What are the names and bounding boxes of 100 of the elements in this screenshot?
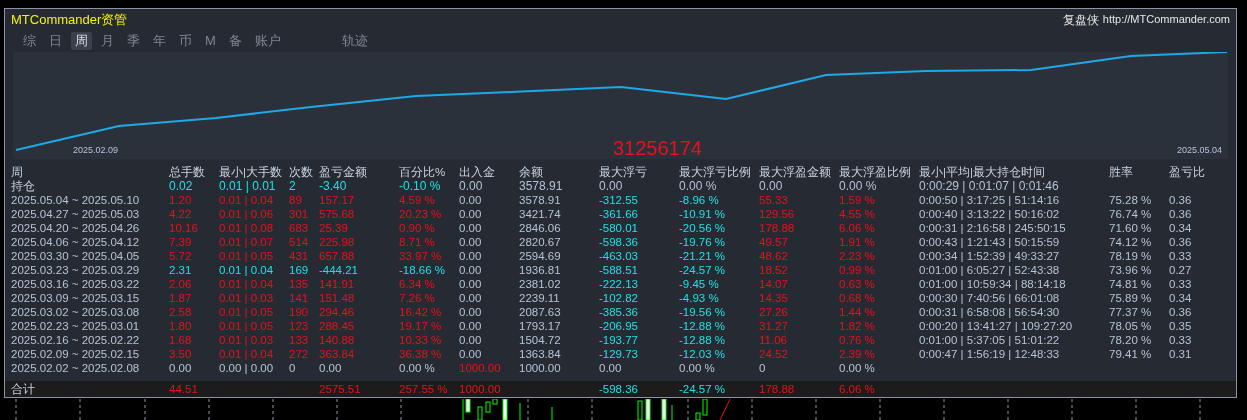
table-cell: -21.21 % xyxy=(679,250,726,262)
brand-label: 复盘侠 xyxy=(1062,11,1099,29)
table-cell: 0.00 xyxy=(459,264,482,276)
table-cell: 301 xyxy=(289,208,309,220)
table-cell: 2025.03.09 ~ 2025.03.15 xyxy=(11,292,140,304)
table-cell: 75.28 % xyxy=(1109,194,1152,206)
table-cell: 2087.63 xyxy=(519,306,561,318)
table-cell: 0.76 % xyxy=(839,334,875,346)
table-cell: 2025.02.02 ~ 2025.02.08 xyxy=(11,362,140,374)
table-cell: 7.26 % xyxy=(399,292,435,304)
table-cell: 0:00:30 | 7:40:56 | 66:01:08 xyxy=(919,292,1060,304)
table-cell: 2025.03.16 ~ 2025.03.22 xyxy=(11,278,140,290)
table-cell: 2.06 xyxy=(169,278,192,290)
table-cell: 0:00:31 | 2:16:58 | 245:50:15 xyxy=(919,222,1066,234)
table-cell: 36.38 % xyxy=(399,348,442,360)
tab[interactable]: 币 xyxy=(175,31,196,50)
table-cell: 19.17 % xyxy=(399,320,442,332)
table-cell: 190 xyxy=(289,306,309,318)
table-cell: 0.99 % xyxy=(839,264,875,276)
column-header: 胜率 xyxy=(1109,166,1133,178)
table-cell: 225.98 xyxy=(319,236,355,248)
tab[interactable]: 账户 xyxy=(250,31,285,50)
table-cell: 1.68 xyxy=(169,334,192,346)
tab[interactable]: 季 xyxy=(123,31,144,50)
tab[interactable]: 备 xyxy=(224,31,246,50)
table-cell: 76.74 % xyxy=(1109,208,1152,220)
table-cell: 0.00 xyxy=(459,208,482,220)
table-cell: 2820.67 xyxy=(519,236,561,248)
total-label: 合计 xyxy=(11,383,35,395)
table-cell: 0:00:50 | 3:17:25 | 51:14:16 xyxy=(919,194,1060,206)
website-link[interactable]: http://MTCommander.com xyxy=(1102,11,1230,28)
table-cell: 1000.00 xyxy=(459,362,501,374)
table-cell: 4.59 % xyxy=(399,194,435,206)
column-header: 盈亏金额 xyxy=(319,166,367,178)
table-cell: 1363.84 xyxy=(519,348,561,360)
table-cell: 8.71 % xyxy=(399,236,435,248)
table-cell: 3578.91 xyxy=(519,179,563,193)
table-cell: 24.52 xyxy=(759,348,788,360)
table-cell: 2025.02.23 ~ 2025.03.01 xyxy=(11,320,140,332)
table-cell: 0.33 xyxy=(1169,334,1192,346)
total-cell: 6.06 % xyxy=(839,383,875,395)
table-cell: 0.00 xyxy=(459,320,482,332)
column-header: 次数 xyxy=(289,166,313,178)
axis-date-label: 2025.02.09 xyxy=(73,143,119,157)
table-cell: 33.97 % xyxy=(399,250,442,262)
tab[interactable]: 日 xyxy=(45,31,66,50)
total-cell: 1000.00 xyxy=(459,383,501,395)
tab[interactable]: M xyxy=(201,31,220,50)
table-cell: 0.34 xyxy=(1169,292,1192,304)
table-cell: 0.02 xyxy=(169,179,193,193)
table-cell: 1793.17 xyxy=(519,320,561,332)
table-cell: 0.36 xyxy=(1169,236,1192,248)
table-cell: 2846.06 xyxy=(519,222,561,234)
total-cell: 178.88 xyxy=(759,383,795,395)
table-cell: 272 xyxy=(289,348,309,360)
table-cell: 0.00 % xyxy=(679,179,717,193)
tab[interactable]: 年 xyxy=(149,31,170,50)
table-cell: 1.82 % xyxy=(839,320,875,332)
table-cell: 0.01 | 0.03 xyxy=(219,334,274,346)
table-cell: 25.39 xyxy=(319,222,348,234)
table-cell: -463.03 xyxy=(599,250,638,262)
table-cell: 73.96 % xyxy=(1109,264,1152,276)
table-cell: 10.16 xyxy=(169,222,198,234)
table-cell: 0.00 xyxy=(759,179,783,193)
table-cell: 0.00 % xyxy=(839,179,877,193)
table-cell: 0.00 | 0.00 xyxy=(219,362,274,374)
table-cell: 14.35 xyxy=(759,292,788,304)
table-cell: 0:00:47 | 1:56:19 | 12:48:33 xyxy=(919,348,1060,360)
tab[interactable]: 周 xyxy=(71,31,92,50)
table-cell: 79.41 % xyxy=(1109,348,1152,360)
table-cell: 140.88 xyxy=(319,334,355,346)
table-cell: -580.01 xyxy=(599,222,638,234)
tab[interactable]: 月 xyxy=(97,31,118,50)
table-cell: 2381.02 xyxy=(519,278,561,290)
table-cell: 11.06 xyxy=(759,334,787,346)
table-cell: -361.66 xyxy=(599,208,638,220)
tab[interactable]: 综 xyxy=(19,31,40,50)
table-cell: 0.00 % xyxy=(679,362,715,374)
table-cell: 1.80 xyxy=(169,320,192,332)
table-cell: 55.33 xyxy=(759,194,788,206)
table-cell: 1000.00 xyxy=(519,362,561,374)
table-cell: 141.91 xyxy=(319,278,355,290)
table-cell: 2239.11 xyxy=(519,292,560,304)
table-cell: -19.56 % xyxy=(679,306,726,318)
table-cell: 27.26 xyxy=(759,306,788,318)
table-cell: -444.21 xyxy=(319,264,358,276)
total-cell: 2575.51 xyxy=(319,383,361,395)
table-cell: 3.50 xyxy=(169,348,192,360)
table-cell: 683 xyxy=(289,222,309,234)
table-cell: 0.01 | 0.03 xyxy=(219,292,274,304)
table-cell: 1.20 xyxy=(169,194,192,206)
table-cell: -385.36 xyxy=(599,306,638,318)
table-cell: 0.00 % xyxy=(399,362,435,374)
table-cell: 2 xyxy=(289,179,296,193)
table-cell: 0:01:00 | 5:37:05 | 51:01:22 xyxy=(919,334,1060,346)
table-cell: 1936.81 xyxy=(519,264,561,276)
tab[interactable]: 轨迹 xyxy=(337,31,372,50)
table-cell: 0.36 xyxy=(1169,194,1192,206)
table-cell: -102.82 xyxy=(599,292,638,304)
table-cell: 431 xyxy=(289,250,309,262)
